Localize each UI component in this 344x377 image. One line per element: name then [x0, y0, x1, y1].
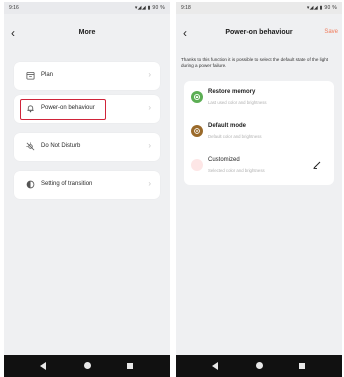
status-icons: ▾◢◢ ▮ 90 %: [306, 5, 337, 11]
bell-icon: [27, 105, 34, 113]
status-bar: 9:18 ▾◢◢ ▮ 90 %: [176, 2, 342, 14]
option-title: Default mode: [208, 123, 247, 129]
option-default-mode[interactable]: Default mode Default color and brightnes…: [184, 115, 334, 147]
recents-square-icon: [127, 363, 133, 369]
system-nav-bar: [176, 355, 342, 377]
chevron-right-icon: ›: [148, 70, 151, 79]
option-subtitle: Last used color and brightness: [208, 100, 267, 105]
power-on-behaviour-screen: 9:18 ▾◢◢ ▮ 90 % ‹ Power-on behaviour Sav…: [176, 2, 342, 377]
chevron-right-icon: ›: [148, 179, 151, 188]
nav-back-button[interactable]: [34, 355, 54, 377]
save-button[interactable]: Save: [324, 29, 338, 35]
option-title: Customized: [208, 157, 240, 163]
nav-recents-button[interactable]: [292, 355, 312, 377]
chevron-right-icon: ›: [148, 141, 151, 150]
home-circle-icon: [256, 362, 263, 369]
option-title: Restore memory: [208, 89, 256, 95]
option-subtitle: Default color and brightness: [208, 134, 262, 139]
home-circle-icon: [84, 362, 91, 369]
header: ‹ More: [4, 22, 170, 46]
menu-item-do-not-disturb[interactable]: Do Not Disturb ›: [14, 133, 160, 161]
menu-item-label: Plan: [41, 72, 54, 78]
system-nav-bar: [4, 355, 170, 377]
menu-item-plan[interactable]: Plan ›: [14, 62, 160, 90]
recents-square-icon: [299, 363, 305, 369]
menu-item-setting-of-transition[interactable]: Setting of transition ›: [14, 171, 160, 199]
customized-icon: [191, 159, 203, 171]
menu-item-label: Do Not Disturb: [41, 143, 81, 149]
chevron-right-icon: ›: [148, 103, 151, 112]
option-restore-memory[interactable]: Restore memory Last used color and brigh…: [184, 81, 334, 113]
restore-memory-icon: [191, 91, 203, 103]
option-subtitle: Selected color and brightness: [208, 168, 265, 173]
calendar-icon: [26, 71, 35, 80]
option-customized[interactable]: Customized Selected color and brightness: [184, 149, 334, 181]
back-triangle-icon: [40, 362, 46, 370]
options-card: Restore memory Last used color and brigh…: [184, 81, 334, 185]
edit-pencil-icon[interactable]: [312, 160, 322, 170]
default-mode-icon: [191, 125, 203, 137]
page-title: More: [78, 29, 96, 36]
nav-recents-button[interactable]: [120, 355, 140, 377]
status-time: 9:18: [181, 5, 191, 11]
header: ‹ Power-on behaviour Save: [176, 22, 342, 46]
more-screen: 9:16 ▾◢◢ ▮ 90 % ‹ More Plan › Power-on b…: [4, 2, 170, 377]
menu-item-power-on-behaviour[interactable]: Power-on behaviour ›: [14, 95, 160, 123]
menu-item-label: Setting of transition: [41, 181, 93, 187]
nav-home-button[interactable]: [250, 355, 270, 377]
menu-item-label: Power-on behaviour: [41, 105, 95, 111]
back-triangle-icon: [212, 362, 218, 370]
transition-icon: [26, 180, 35, 189]
status-bar: 9:16 ▾◢◢ ▮ 90 %: [4, 2, 170, 14]
status-time: 9:16: [9, 5, 19, 11]
nav-back-button[interactable]: [206, 355, 226, 377]
status-icons: ▾◢◢ ▮ 90 %: [134, 5, 165, 11]
page-title: Power-on behaviour: [225, 29, 293, 36]
do-not-disturb-icon: [26, 142, 35, 151]
intro-text: Thanks to this function it is possible t…: [181, 57, 329, 68]
nav-home-button[interactable]: [78, 355, 98, 377]
